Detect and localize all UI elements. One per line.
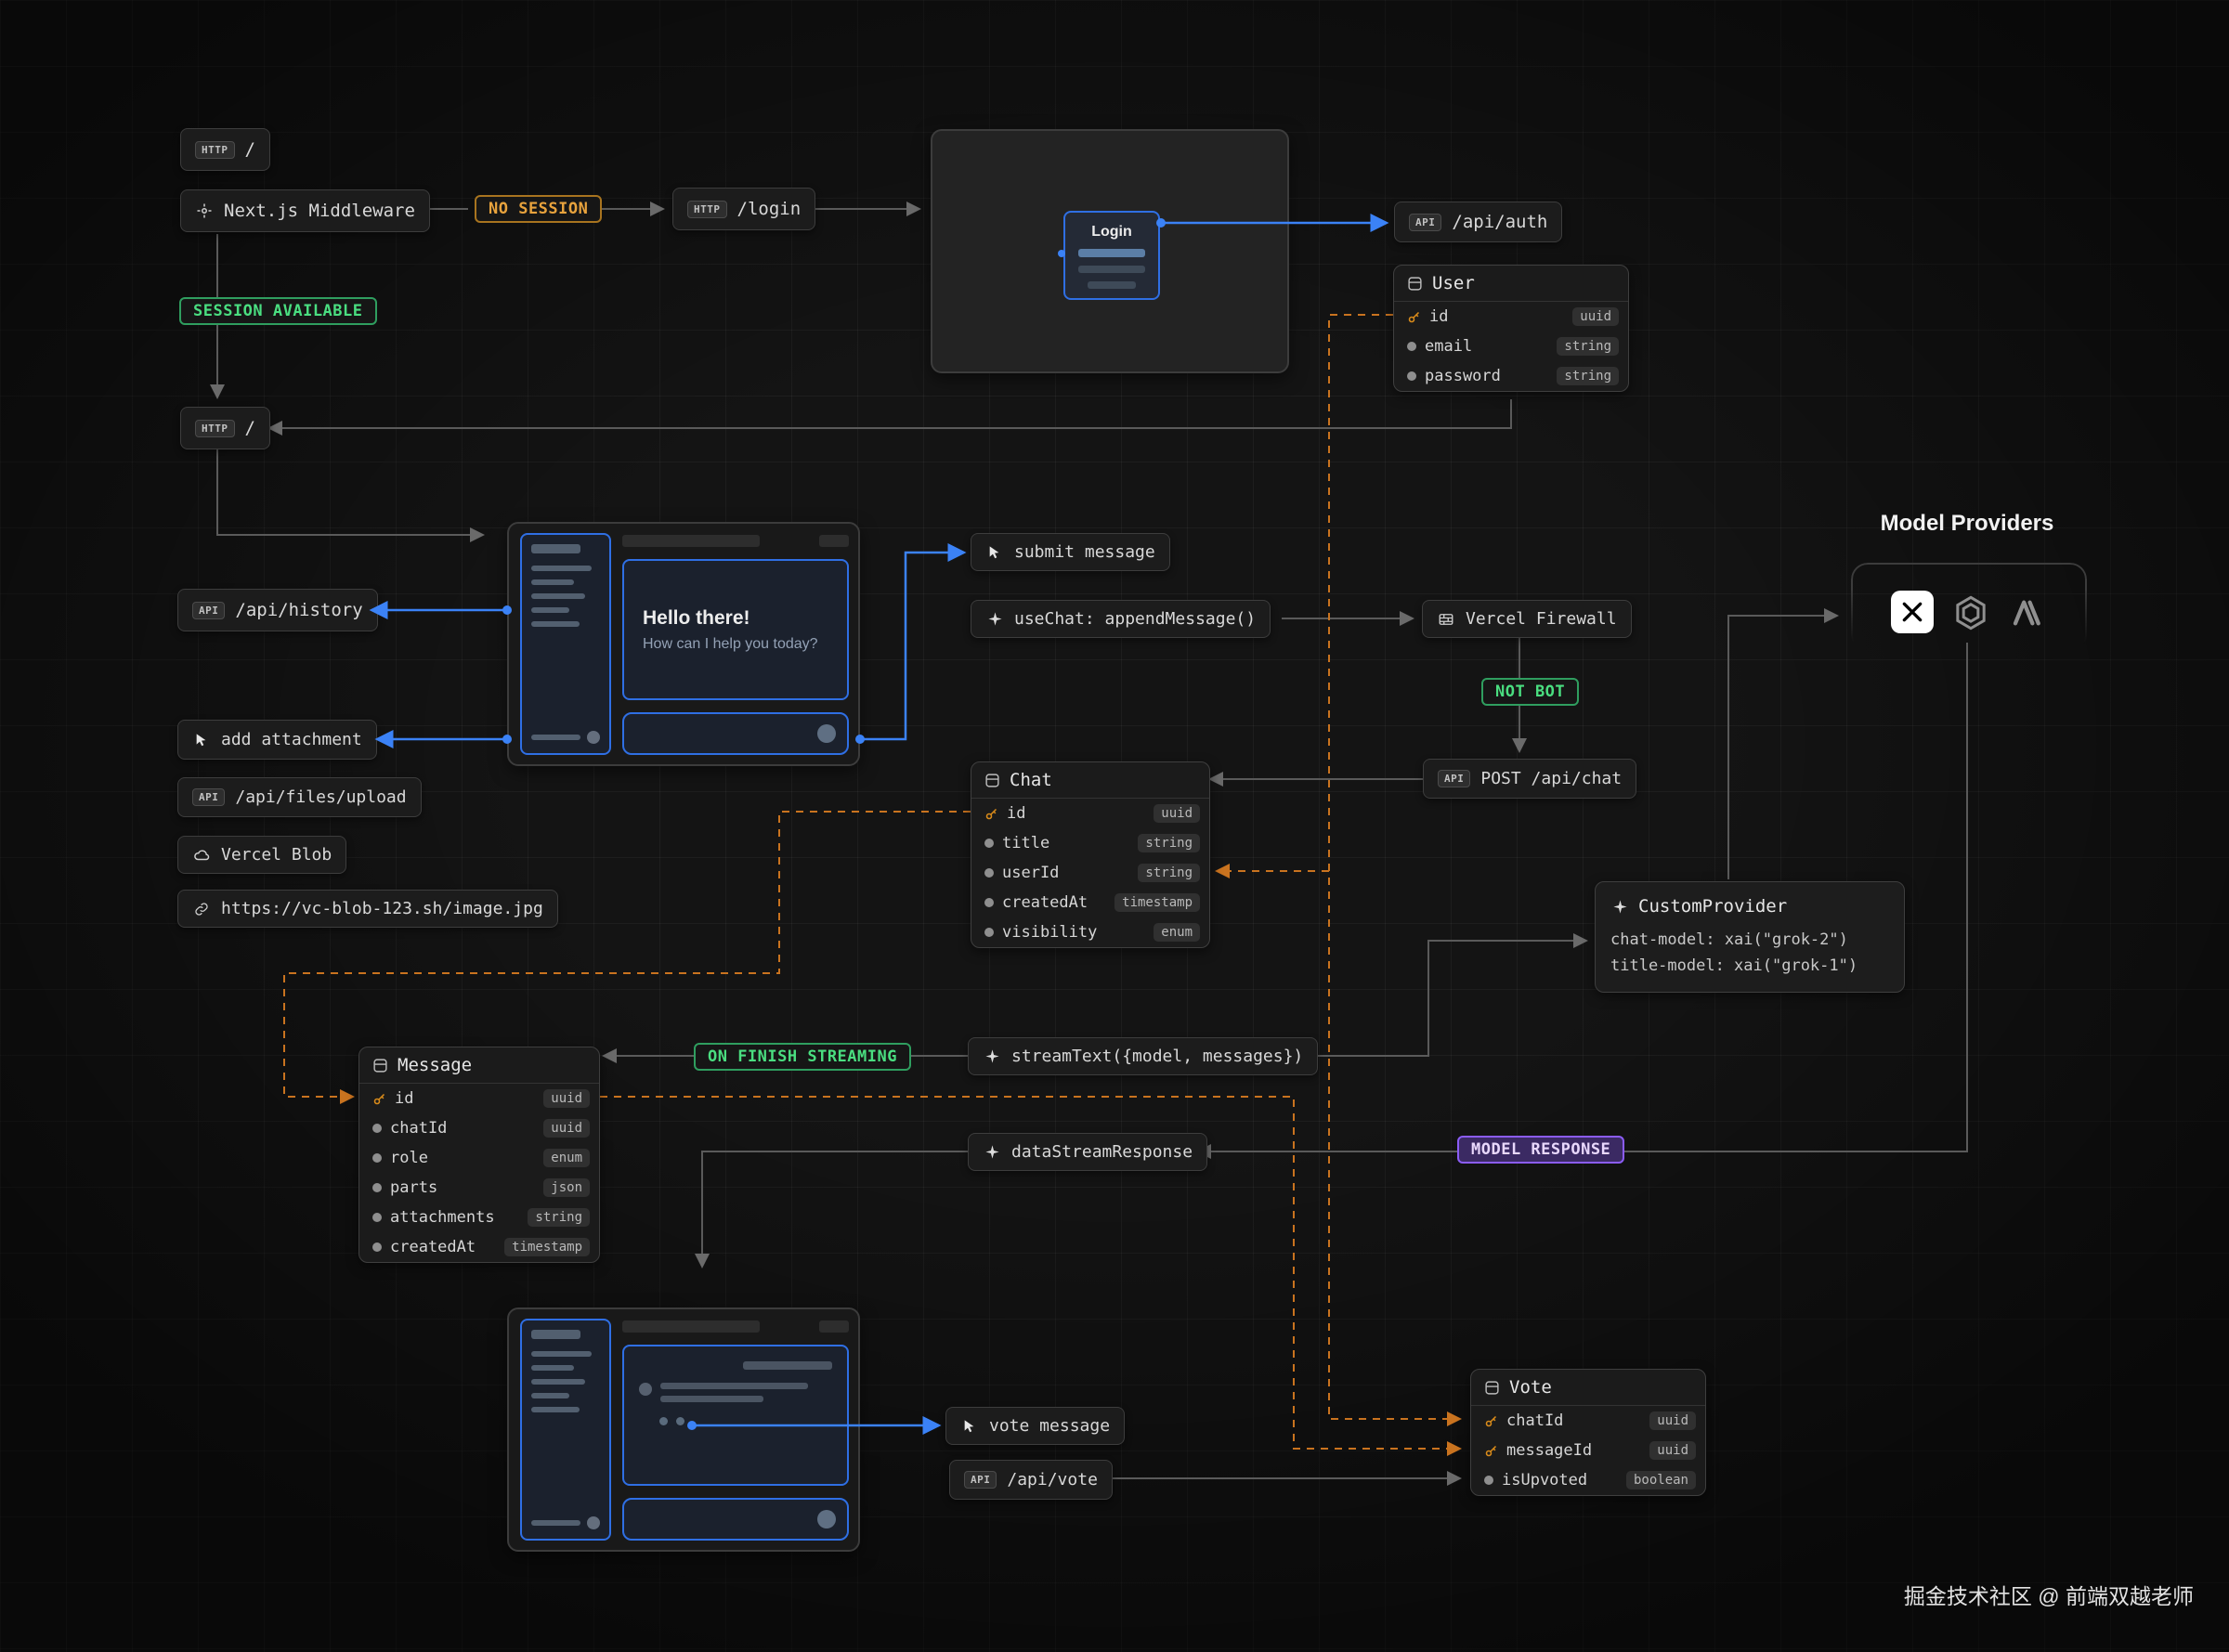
architecture-diagram-canvas: { "watermark": "掘金技术社区 @ 前端双越老师", "icons… <box>0 0 2229 1652</box>
blue-connection-lines <box>0 0 2229 1652</box>
